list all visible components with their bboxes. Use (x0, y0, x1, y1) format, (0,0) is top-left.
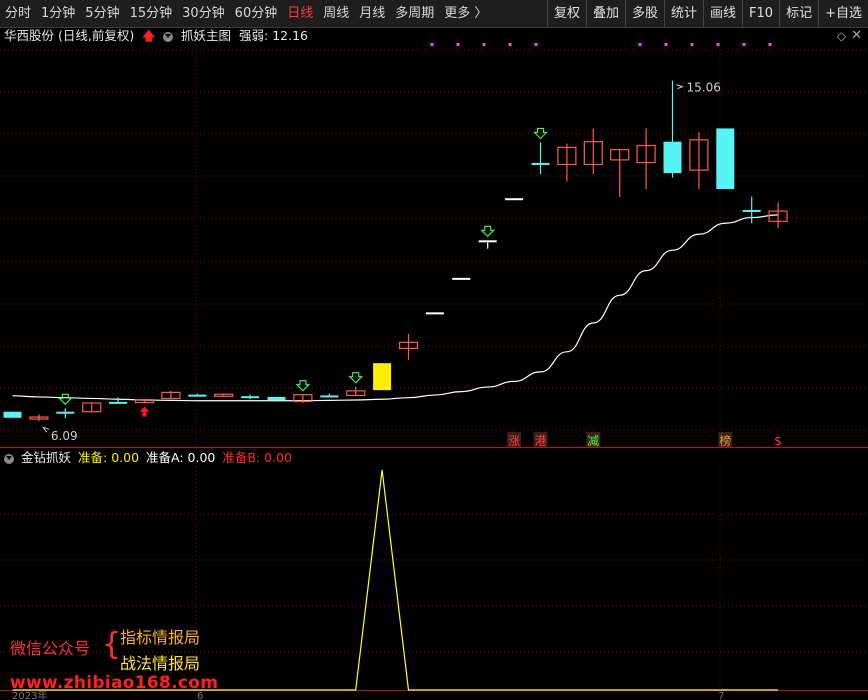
prep-b-value: 0.00 (264, 450, 292, 465)
magenta-dot (534, 43, 538, 46)
candle-body (267, 396, 286, 401)
candle-body (56, 411, 75, 414)
candle-body (241, 396, 260, 399)
magenta-dot (482, 43, 486, 46)
top-toolbar: 分时 1分钟 5分钟 15分钟 30分钟 60分钟 日线 周线 月线 多周期 更多 〉 复权 叠加 多股… (0, 0, 868, 28)
magenta-dot (768, 43, 772, 46)
ma-line (12, 214, 779, 402)
period-tab[interactable]: 分时 (0, 0, 36, 28)
price-chart[interactable]: 15.066.09 涨港减榜 $2023年 6 7 (0, 0, 868, 700)
toolbar-button[interactable]: +自选 (818, 0, 868, 27)
period-tabs: 分时 1分钟 5分钟 15分钟 30分钟 60分钟 日线 周线 月线 多周期 更多 〉 (0, 0, 492, 28)
toolbar-button[interactable]: 标记 (779, 0, 818, 27)
marker-label: $ (774, 434, 782, 448)
period-tab[interactable]: 更多 〉 (439, 0, 492, 28)
period-tab[interactable]: 30分钟 (177, 0, 230, 28)
prep-value: 0.00 (111, 450, 140, 465)
magenta-dot (638, 43, 642, 46)
magenta-dot (716, 43, 720, 46)
candle-body (452, 277, 471, 280)
magenta-dot (690, 43, 694, 46)
green-down-arrow-icon (480, 225, 496, 238)
marker-label: 港 (534, 434, 546, 448)
magenta-dot (430, 43, 434, 46)
prep-a-label: 准备A: (146, 450, 184, 465)
candle-body (3, 411, 22, 418)
candle-body (478, 240, 497, 243)
candle-body (320, 395, 339, 398)
candle-body (109, 401, 128, 404)
candle-body (373, 363, 392, 391)
toolbar-button[interactable]: 叠加 (585, 0, 625, 27)
red-up-arrow-icon (139, 406, 150, 417)
period-tab[interactable]: 5分钟 (80, 0, 124, 28)
close-icon[interactable]: ✕ (851, 28, 862, 43)
prep-label: 准备: (77, 450, 108, 465)
candle-body (505, 198, 524, 201)
candle-body (531, 162, 550, 165)
magenta-dot (664, 43, 668, 46)
sub-indicator-dropdown-icon[interactable] (4, 453, 14, 464)
toolbar-right-buttons: 复权 叠加 多股 统计 画线 F10 标记 +自选 (546, 0, 868, 28)
diamond-icon[interactable]: ◇ (837, 29, 846, 43)
candle-body (742, 209, 761, 212)
axis-month-label: 7 (718, 691, 724, 700)
indicator-dropdown-icon[interactable] (163, 31, 174, 42)
toolbar-button[interactable]: 统计 (664, 0, 703, 27)
marker-label: 减 (587, 434, 599, 448)
period-tab[interactable]: 日线 (282, 0, 318, 28)
period-tab[interactable]: 15分钟 (125, 0, 178, 28)
period-tab[interactable]: 60分钟 (230, 0, 283, 28)
main-chart-header: 华西股份 (日线,前复权) 🡅 抓妖主图 强弱: 12.16 (0, 27, 312, 45)
candle-body (425, 312, 444, 315)
watermark-url: www.zhibiao168.com (10, 673, 219, 693)
red-up-arrow-icon: 🡅 (142, 28, 156, 43)
candle-body (716, 128, 735, 190)
candle-body (663, 141, 682, 174)
green-down-arrow-icon (57, 393, 73, 406)
period-tab[interactable]: 周线 (318, 0, 354, 28)
magenta-dot (508, 43, 512, 46)
watermark-line2: 战法情报局 (120, 654, 201, 673)
strength-value: 12.16 (272, 28, 309, 43)
toolbar-button[interactable]: 多股 (625, 0, 664, 27)
sub-indicator-name[interactable]: 金钻抓妖 (21, 450, 71, 465)
toolbar-button[interactable]: 复权 (546, 0, 586, 27)
magenta-dot (742, 43, 746, 46)
watermark: 微信公众号 { 指标情报局 战法情报局 www.zhibiao168.com (10, 622, 240, 694)
candle-body (188, 394, 207, 397)
prep-a-value: 0.00 (187, 450, 216, 465)
high-price-label: 15.06 (687, 81, 721, 95)
watermark-left-text: 微信公众号 (10, 639, 91, 658)
toolbar-button[interactable]: 画线 (703, 0, 742, 27)
green-down-arrow-icon (295, 380, 311, 392)
green-down-arrow-icon (533, 127, 548, 140)
strength-label: 强弱: (239, 28, 269, 43)
marker-label: 涨 (508, 433, 520, 448)
low-price-label: 6.09 (51, 429, 78, 443)
green-down-arrow-icon (348, 372, 364, 384)
indicator-name[interactable]: 抓妖主图 (181, 28, 231, 43)
stock-title: 华西股份 (日线,前复权) (4, 28, 135, 43)
period-tab[interactable]: 月线 (354, 0, 390, 28)
toolbar-button[interactable]: F10 (742, 0, 779, 27)
prep-b-label: 准备B: (222, 450, 261, 465)
marker-label: 榜 (719, 433, 731, 448)
watermark-line1: 指标情报局 (120, 628, 201, 647)
watermark-brace: { (102, 627, 122, 662)
sub-chart-header: 金钻抓妖 准备: 0.00 准备A: 0.00 准备B: 0.00 (0, 449, 295, 467)
high-pointer-icon (676, 84, 684, 90)
period-tab[interactable]: 多周期 (390, 0, 439, 28)
period-tab[interactable]: 1分钟 (36, 0, 80, 28)
magenta-dot (456, 43, 460, 46)
